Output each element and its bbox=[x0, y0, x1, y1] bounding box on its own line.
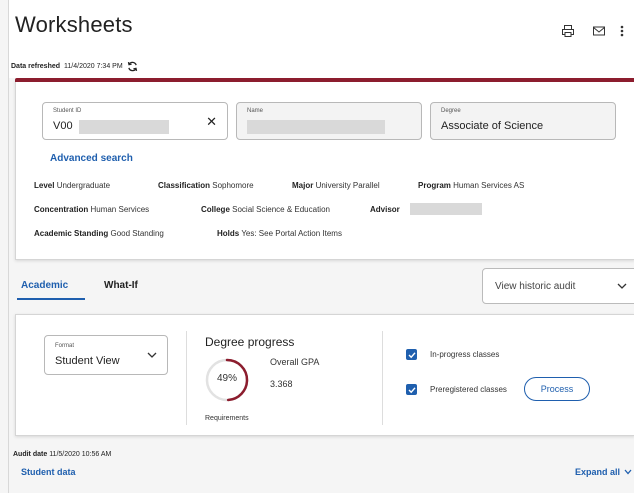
concentration-label: Concentration bbox=[34, 205, 89, 214]
degree-field: Degree Associate of Science bbox=[430, 102, 616, 140]
accent-bar bbox=[15, 78, 634, 82]
expand-all-button[interactable]: Expand all bbox=[575, 467, 632, 477]
chevron-down-icon bbox=[624, 469, 632, 475]
college-value: Social Science & Education bbox=[232, 205, 330, 214]
check-icon bbox=[408, 386, 416, 393]
advisor-label: Advisor bbox=[370, 205, 400, 214]
gpa-value: 3.368 bbox=[270, 379, 293, 389]
major-value: University Parallel bbox=[315, 181, 380, 190]
preregistered-option: Preregistered classes bbox=[406, 384, 507, 395]
advanced-search-link[interactable]: Advanced search bbox=[50, 153, 133, 164]
divider bbox=[382, 331, 383, 425]
page-header: Worksheets Data refreshed 11/4/2020 7:34… bbox=[9, 0, 634, 78]
concentration-value: Human Services bbox=[90, 205, 150, 214]
progress-percent: 49% bbox=[216, 373, 237, 384]
inprogress-option: In-progress classes bbox=[406, 349, 499, 360]
student-id-value: V00 bbox=[53, 120, 73, 132]
student-id-field[interactable]: Student ID V00 ✕ bbox=[42, 102, 228, 140]
page-title: Worksheets bbox=[15, 12, 133, 37]
program-label: Program bbox=[418, 181, 451, 190]
app-frame: Worksheets Data refreshed 11/4/2020 7:34… bbox=[8, 0, 634, 493]
inprogress-label: In-progress classes bbox=[430, 350, 500, 359]
audit-date: Audit date 11/5/2020 10:56 AM bbox=[13, 451, 111, 458]
redacted-id bbox=[79, 120, 169, 134]
refresh-icon[interactable] bbox=[127, 61, 138, 72]
standing-label: Academic Standing bbox=[34, 229, 109, 238]
redacted-name bbox=[247, 120, 385, 134]
chevron-down-icon bbox=[617, 283, 627, 289]
gpa-label: Overall GPA bbox=[270, 357, 320, 367]
tab-what-if[interactable]: What-If bbox=[104, 280, 138, 291]
classification-value: Sophomore bbox=[212, 181, 254, 190]
degree-progress-title: Degree progress bbox=[205, 335, 295, 349]
holds-label: Holds bbox=[217, 229, 240, 238]
format-select[interactable]: Format Student View bbox=[44, 335, 168, 375]
format-label: Format bbox=[55, 343, 75, 349]
level-label: Level bbox=[34, 181, 55, 190]
data-refreshed: Data refreshed 11/4/2020 7:34 PM bbox=[11, 61, 138, 72]
student-card: Student ID V00 ✕ Name Degree Associate o… bbox=[15, 80, 634, 260]
refresh-label: Data refreshed bbox=[11, 63, 61, 70]
active-tab-indicator bbox=[17, 298, 85, 300]
holds-value: Yes: See Portal Action Items bbox=[241, 229, 342, 238]
program-value: Human Services AS bbox=[453, 181, 525, 190]
chevron-down-icon bbox=[147, 352, 157, 358]
requirements-label: Requirements bbox=[205, 415, 249, 422]
degree-label: Degree bbox=[441, 108, 461, 114]
email-icon[interactable] bbox=[592, 24, 608, 40]
expand-all-label: Expand all bbox=[575, 467, 621, 477]
audit-date-label: Audit date bbox=[13, 451, 48, 458]
level-value: Undergraduate bbox=[56, 181, 111, 190]
name-label: Name bbox=[247, 108, 264, 114]
divider bbox=[186, 331, 187, 425]
refresh-time: 11/4/2020 7:34 PM bbox=[64, 63, 123, 70]
clear-icon[interactable]: ✕ bbox=[206, 115, 217, 128]
standing-value: Good Standing bbox=[110, 229, 164, 238]
classification-label: Classification bbox=[158, 181, 211, 190]
audit-card: Format Student View Degree progress 49% … bbox=[15, 314, 634, 436]
degree-value: Associate of Science bbox=[441, 120, 544, 132]
process-button[interactable]: Process bbox=[524, 377, 590, 401]
name-field: Name bbox=[236, 102, 422, 140]
preregistered-label: Preregistered classes bbox=[430, 385, 507, 394]
student-id-label: Student ID bbox=[53, 108, 82, 114]
inprogress-checkbox[interactable] bbox=[406, 349, 417, 360]
audit-date-value: 11/5/2020 10:56 AM bbox=[49, 451, 112, 458]
historic-audit-select[interactable]: View historic audit bbox=[482, 268, 634, 304]
print-icon[interactable] bbox=[561, 24, 577, 40]
check-icon bbox=[408, 351, 416, 358]
tab-academic[interactable]: Academic bbox=[21, 280, 68, 291]
student-data-link[interactable]: Student data bbox=[21, 467, 76, 477]
historic-audit-placeholder: View historic audit bbox=[495, 281, 576, 292]
preregistered-checkbox[interactable] bbox=[406, 384, 417, 395]
college-label: College bbox=[201, 205, 230, 214]
redacted-advisor bbox=[410, 203, 482, 215]
more-options-icon[interactable] bbox=[619, 24, 634, 40]
format-value: Student View bbox=[55, 355, 120, 367]
major-label: Major bbox=[292, 181, 314, 190]
